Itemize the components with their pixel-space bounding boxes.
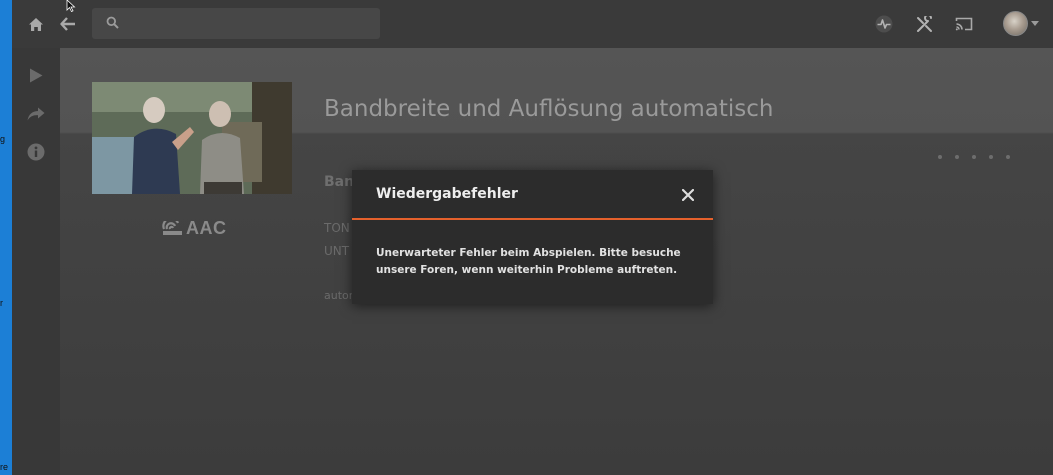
poster-image xyxy=(92,82,292,194)
dot xyxy=(1006,155,1010,159)
dot xyxy=(938,155,942,159)
close-icon xyxy=(682,189,694,201)
search-icon xyxy=(106,16,119,29)
info-icon xyxy=(27,143,45,161)
cast-button[interactable] xyxy=(952,12,976,36)
cast-icon xyxy=(955,17,973,31)
media-poster-thumbnail[interactable] xyxy=(92,82,292,194)
section-heading: Ban xyxy=(324,174,355,190)
sidebar-share-button[interactable] xyxy=(24,102,48,126)
desktop-background-strip: g r re xyxy=(0,0,12,475)
settings-button[interactable] xyxy=(912,12,936,36)
detail-line: UNT xyxy=(324,244,350,258)
more-options-dots[interactable] xyxy=(938,155,1010,159)
media-title: Bandbreite und Auflösung automatisch xyxy=(324,96,774,122)
search-box[interactable] xyxy=(92,8,380,39)
dot xyxy=(989,155,993,159)
share-icon xyxy=(27,107,45,121)
dialog-close-button[interactable] xyxy=(678,185,698,205)
sidebar xyxy=(12,48,60,475)
dialog-title: Wiedergabefehler xyxy=(376,186,518,202)
desktop-edge-text: r xyxy=(0,298,3,308)
chevron-down-icon[interactable] xyxy=(1031,21,1039,26)
sidebar-info-button[interactable] xyxy=(24,140,48,164)
detail-line: autor xyxy=(324,289,354,302)
play-icon xyxy=(30,68,43,82)
sidebar-play-button[interactable] xyxy=(24,63,48,87)
home-icon xyxy=(29,17,43,31)
desktop-edge-text: g xyxy=(0,134,6,144)
user-avatar[interactable] xyxy=(1003,11,1028,36)
back-button[interactable] xyxy=(56,12,80,36)
dialog-header: Wiedergabefehler xyxy=(352,170,713,220)
dolby-wave-icon xyxy=(162,220,182,235)
activity-icon xyxy=(875,15,893,33)
dot xyxy=(955,155,959,159)
detail-line: TON xyxy=(324,221,350,235)
codec-label: AAC xyxy=(186,218,227,238)
dialog-message: Unerwarteter Fehler beim Abspielen. Bitt… xyxy=(376,247,681,276)
back-arrow-icon xyxy=(60,17,75,31)
top-bar xyxy=(12,0,1053,48)
dot xyxy=(972,155,976,159)
home-button[interactable] xyxy=(24,12,48,36)
activity-button[interactable] xyxy=(872,12,896,36)
audio-codec-logo: AAC xyxy=(162,218,227,239)
playback-error-dialog: Wiedergabefehler Unerwarteter Fehler bei… xyxy=(352,170,713,304)
desktop-edge-text: re xyxy=(0,462,9,472)
search-input[interactable] xyxy=(128,13,368,34)
mouse-cursor-icon xyxy=(66,0,76,12)
settings-tools-icon xyxy=(916,15,932,32)
